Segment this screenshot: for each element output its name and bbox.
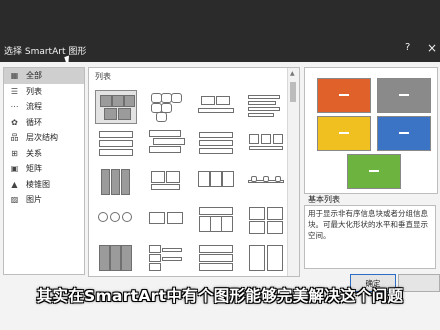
description-title: 基本列表 <box>308 195 340 204</box>
cycle-icon: ✿ <box>11 117 18 127</box>
preview-shape-blue <box>377 116 431 151</box>
layout-hexagon-list[interactable] <box>145 90 185 122</box>
close-icon[interactable]: × <box>427 41 437 55</box>
layout-column-list[interactable] <box>95 166 135 198</box>
list-scrollbar[interactable]: ▲ <box>287 68 299 276</box>
window-title: 选择 SmartArt 图形 <box>4 47 87 57</box>
layout-lined-list[interactable] <box>145 242 185 274</box>
category-item-hierarchy[interactable]: 品层次结构 <box>4 130 84 146</box>
pyramid-icon: ▲ <box>11 179 18 189</box>
category-label: 循环 <box>26 117 42 127</box>
list-header: 列表 <box>95 72 111 81</box>
category-item-list[interactable]: ☰ 列表 <box>4 84 84 100</box>
category-label: 关系 <box>26 148 42 158</box>
category-label: 层次结构 <box>26 133 58 143</box>
category-item-cycle[interactable]: ✿ 循环 <box>4 115 84 131</box>
relationship-icon: ⊞ <box>11 148 18 158</box>
layout-table-list[interactable] <box>195 204 235 236</box>
category-item-picture[interactable]: ▨ 图片 <box>4 192 84 208</box>
preview-shape-gray <box>377 78 431 113</box>
layout-square-list[interactable] <box>245 128 285 160</box>
layout-circle-process[interactable] <box>95 204 135 236</box>
layout-text-list[interactable] <box>245 90 285 122</box>
category-item-process[interactable]: ⋯ 流程 <box>4 99 84 115</box>
preview-shape-green <box>347 154 401 189</box>
layout-grouped-list[interactable] <box>195 166 235 198</box>
layout-process-list[interactable] <box>145 204 185 236</box>
description-text: 用于显示非有序信息块或者分组信息块。可最大化形状的水平和垂直显示空间。 <box>304 205 436 269</box>
layout-preview <box>304 67 438 194</box>
preview-shape-yellow <box>317 116 371 151</box>
hierarchy-icon: 品 <box>10 133 19 143</box>
category-list: ▦ 全部 ☰ 列表 ⋯ 流程 ✿ 循环 品层次结构 ⊞ 关系 ▣ 矩阵 ▲ 棱锥图 ▨ 图片 <box>3 67 85 275</box>
video-subtitle: 其实在SmartArt中有个图形能够完美解决这个问题 <box>36 287 404 305</box>
category-label: 全部 <box>26 71 42 81</box>
layout-picture-caption[interactable] <box>145 166 185 198</box>
layout-cards-list[interactable] <box>245 204 285 236</box>
category-item-relationship[interactable]: ⊞ 关系 <box>4 146 84 162</box>
category-label: 棱锥图 <box>26 179 50 189</box>
layout-vertical-bullet[interactable] <box>145 128 185 160</box>
preview-shape-orange <box>317 78 371 113</box>
all-icon: ▦ <box>10 71 19 81</box>
layout-stacked-list[interactable] <box>95 128 135 160</box>
category-label: 列表 <box>26 86 42 96</box>
category-label: 流程 <box>26 102 42 112</box>
layout-horizontal-bullet[interactable] <box>195 128 235 160</box>
title-bar: 选择 SmartArt 图形 ? × <box>0 0 440 69</box>
layout-segmented-list[interactable] <box>245 242 285 274</box>
layout-picture-list[interactable] <box>95 242 135 274</box>
process-icon: ⋯ <box>10 102 19 112</box>
category-label: 图片 <box>26 195 42 205</box>
layout-timeline[interactable] <box>245 166 285 198</box>
matrix-icon: ▣ <box>10 164 19 174</box>
category-item-matrix[interactable]: ▣ 矩阵 <box>4 161 84 177</box>
layout-list: 列表 ▲ <box>88 67 300 277</box>
scrollbar-thumb[interactable] <box>290 82 296 102</box>
category-item-pyramid[interactable]: ▲ 棱锥图 <box>4 177 84 193</box>
help-icon[interactable]: ? <box>405 42 410 53</box>
layout-trapezoid-list[interactable] <box>195 242 235 274</box>
layout-block-list[interactable] <box>195 90 235 122</box>
category-label: 矩阵 <box>26 164 42 174</box>
category-item-all[interactable]: ▦ 全部 <box>4 68 84 84</box>
scroll-up-icon[interactable]: ▲ <box>290 70 295 77</box>
list-icon: ☰ <box>10 86 19 96</box>
layout-basic-list[interactable] <box>95 90 137 124</box>
picture-icon: ▨ <box>10 195 19 205</box>
